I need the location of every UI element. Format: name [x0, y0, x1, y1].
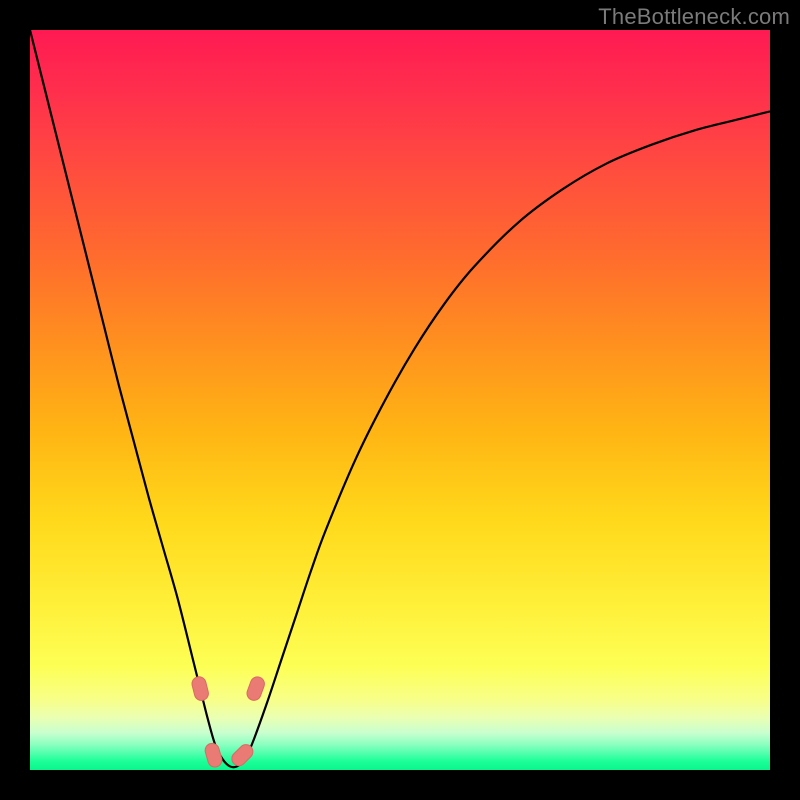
watermark-text: TheBottleneck.com: [598, 4, 790, 30]
marker-group: [190, 675, 266, 769]
curve-layer: [30, 30, 770, 770]
chart-frame: TheBottleneck.com: [0, 0, 800, 800]
bottleneck-curve: [30, 30, 770, 767]
plot-area: [30, 30, 770, 770]
curve-marker: [245, 675, 266, 702]
curve-marker: [203, 742, 223, 769]
curve-marker: [190, 675, 209, 702]
